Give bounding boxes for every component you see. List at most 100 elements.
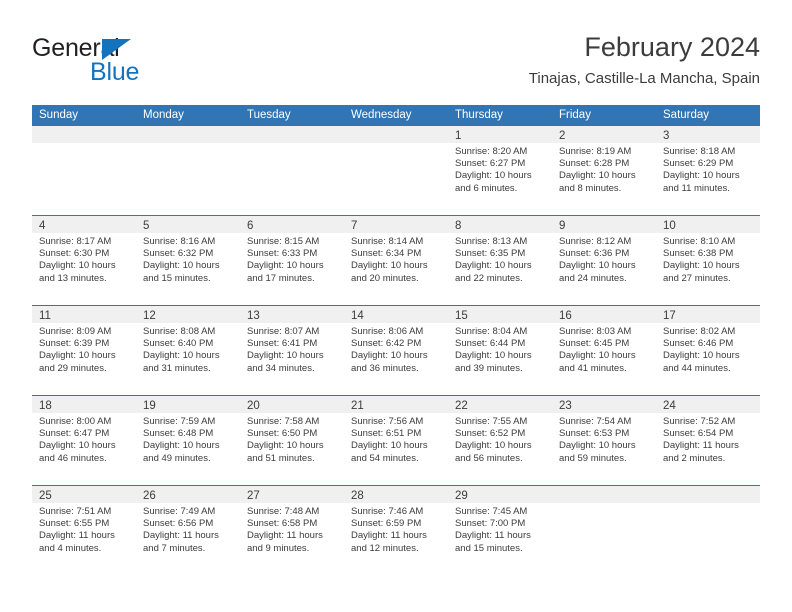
- day-details: Sunrise: 8:15 AM Sunset: 6:33 PM Daylight:…: [240, 233, 344, 285]
- sunset-text: Sunset: 6:33 PM: [247, 248, 318, 260]
- page-title: February 2024: [584, 32, 760, 62]
- sunrise-text: Sunrise: 8:15 AM: [247, 236, 320, 247]
- daylight-text: Daylight: 10 hours and 6 minutes.: [455, 170, 532, 194]
- day-details: Sunrise: 8:00 AM Sunset: 6:47 PM Daylight:…: [32, 413, 136, 465]
- daylight-text: Daylight: 10 hours and 11 minutes.: [663, 170, 740, 194]
- day-cell[interactable]: 9 Sunrise: 8:12 AM Sunset: 6:36 PM Daylight…: [552, 216, 656, 305]
- sunrise-text: Sunrise: 8:10 AM: [663, 236, 736, 247]
- day-details: Sunrise: 7:56 AM Sunset: 6:51 PM Daylight:…: [344, 413, 448, 465]
- day-details: Sunrise: 8:16 AM Sunset: 6:32 PM Daylight:…: [136, 233, 240, 285]
- day-cell[interactable]: 20 Sunrise: 7:58 AM Sunset: 6:50 PM Dayligh…: [240, 396, 344, 485]
- sunrise-text: Sunrise: 7:51 AM: [39, 506, 112, 517]
- day-cell[interactable]: 13 Sunrise: 8:07 AM Sunset: 6:41 PM Dayligh…: [240, 306, 344, 395]
- sunset-text: Sunset: 6:48 PM: [143, 428, 214, 440]
- day-cell[interactable]: 15 Sunrise: 8:04 AM Sunset: 6:44 PM Dayligh…: [448, 306, 552, 395]
- day-cell[interactable]: 2 Sunrise: 8:19 AM Sunset: 6:28 PM Daylight…: [552, 126, 656, 215]
- day-details: Sunrise: 8:10 AM Sunset: 6:38 PM Daylight:…: [656, 233, 760, 285]
- day-cell[interactable]: 11 Sunrise: 8:09 AM Sunset: 6:39 PM Dayligh…: [32, 306, 136, 395]
- sunset-text: Sunset: 6:35 PM: [455, 248, 526, 260]
- sunset-text: Sunset: 6:27 PM: [455, 158, 526, 170]
- weekday-header-monday: Monday: [143, 109, 184, 121]
- day-number: 24: [663, 400, 676, 412]
- calendar-grid: Sunday Monday Tuesday Wednesday Thursday Frid…: [32, 105, 760, 575]
- day-cell[interactable]: 24 Sunrise: 7:52 AM Sunset: 6:54 PM Dayligh…: [656, 396, 760, 485]
- daylight-text: Daylight: 10 hours and 39 minutes.: [455, 350, 532, 374]
- day-cell[interactable]: 16 Sunrise: 8:03 AM Sunset: 6:45 PM Dayligh…: [552, 306, 656, 395]
- day-cell-empty: [32, 126, 136, 215]
- day-cell[interactable]: 1 Sunrise: 8:20 AM Sunset: 6:27 PM Daylight…: [448, 126, 552, 215]
- day-number: 1: [455, 130, 462, 142]
- day-details: Sunrise: 8:14 AM Sunset: 6:34 PM Daylight:…: [344, 233, 448, 285]
- day-cell[interactable]: 19 Sunrise: 7:59 AM Sunset: 6:48 PM Dayligh…: [136, 396, 240, 485]
- day-cell[interactable]: 6 Sunrise: 8:15 AM Sunset: 6:33 PM Daylight…: [240, 216, 344, 305]
- day-number: 3: [663, 130, 670, 142]
- sunset-text: Sunset: 6:36 PM: [559, 248, 630, 260]
- day-number-band: [240, 126, 344, 143]
- day-cell[interactable]: 8 Sunrise: 8:13 AM Sunset: 6:35 PM Daylight…: [448, 216, 552, 305]
- day-number: 14: [351, 310, 364, 322]
- day-details: Sunrise: 7:51 AM Sunset: 6:55 PM Daylight:…: [32, 503, 136, 555]
- day-number-band: 9: [552, 216, 656, 233]
- day-cell-empty: [344, 126, 448, 215]
- weekday-header-tuesday: Tuesday: [247, 109, 291, 121]
- daylight-text: Daylight: 10 hours and 13 minutes.: [39, 260, 116, 284]
- day-number-band: 25: [32, 486, 136, 503]
- sunset-text: Sunset: 6:51 PM: [351, 428, 422, 440]
- calendar-week-row: 18 Sunrise: 8:00 AM Sunset: 6:47 PM Dayligh…: [32, 395, 760, 485]
- day-number-band: 18: [32, 396, 136, 413]
- day-number-band: 5: [136, 216, 240, 233]
- day-number-band: 27: [240, 486, 344, 503]
- day-cell[interactable]: 3 Sunrise: 8:18 AM Sunset: 6:29 PM Daylight…: [656, 126, 760, 215]
- day-cell[interactable]: 22 Sunrise: 7:55 AM Sunset: 6:52 PM Dayligh…: [448, 396, 552, 485]
- sunrise-text: Sunrise: 8:06 AM: [351, 326, 424, 337]
- day-details: Sunrise: 8:13 AM Sunset: 6:35 PM Daylight:…: [448, 233, 552, 285]
- sunrise-text: Sunrise: 7:54 AM: [559, 416, 632, 427]
- sunset-text: Sunset: 6:39 PM: [39, 338, 110, 350]
- sunrise-text: Sunrise: 8:08 AM: [143, 326, 216, 337]
- day-number-band: 26: [136, 486, 240, 503]
- sunrise-text: Sunrise: 7:59 AM: [143, 416, 216, 427]
- sunrise-text: Sunrise: 8:18 AM: [663, 146, 736, 157]
- sunrise-text: Sunrise: 7:56 AM: [351, 416, 424, 427]
- daylight-text: Daylight: 10 hours and 56 minutes.: [455, 440, 532, 464]
- day-number-band: 4: [32, 216, 136, 233]
- day-number-band: 1: [448, 126, 552, 143]
- sunrise-text: Sunrise: 8:04 AM: [455, 326, 528, 337]
- sunset-text: Sunset: 6:29 PM: [663, 158, 734, 170]
- day-cell[interactable]: 17 Sunrise: 8:02 AM Sunset: 6:46 PM Dayligh…: [656, 306, 760, 395]
- sunrise-text: Sunrise: 8:20 AM: [455, 146, 528, 157]
- sunset-text: Sunset: 6:34 PM: [351, 248, 422, 260]
- day-number-band: 17: [656, 306, 760, 323]
- day-number-band: 12: [136, 306, 240, 323]
- logo-triangle-icon: [102, 39, 131, 60]
- weekday-header-saturday: Saturday: [663, 109, 710, 121]
- day-cell[interactable]: 21 Sunrise: 7:56 AM Sunset: 6:51 PM Dayligh…: [344, 396, 448, 485]
- sunrise-text: Sunrise: 8:00 AM: [39, 416, 112, 427]
- day-details: Sunrise: 7:48 AM Sunset: 6:58 PM Daylight:…: [240, 503, 344, 555]
- day-number-band: [656, 486, 760, 503]
- day-cell[interactable]: 18 Sunrise: 8:00 AM Sunset: 6:47 PM Dayligh…: [32, 396, 136, 485]
- sunrise-text: Sunrise: 8:19 AM: [559, 146, 632, 157]
- day-number-band: [552, 486, 656, 503]
- sunrise-text: Sunrise: 8:14 AM: [351, 236, 424, 247]
- day-cell[interactable]: 7 Sunrise: 8:14 AM Sunset: 6:34 PM Daylight…: [344, 216, 448, 305]
- day-cell[interactable]: 5 Sunrise: 8:16 AM Sunset: 6:32 PM Daylight…: [136, 216, 240, 305]
- title-block: February 2024 Tinajas, Castille-La Manch…: [529, 30, 760, 88]
- day-cell[interactable]: 10 Sunrise: 8:10 AM Sunset: 6:38 PM Dayligh…: [656, 216, 760, 305]
- day-cell[interactable]: 4 Sunrise: 8:17 AM Sunset: 6:30 PM Daylight…: [32, 216, 136, 305]
- day-details: Sunrise: 8:09 AM Sunset: 6:39 PM Daylight:…: [32, 323, 136, 375]
- day-cell[interactable]: 14 Sunrise: 8:06 AM Sunset: 6:42 PM Dayligh…: [344, 306, 448, 395]
- day-cell[interactable]: 23 Sunrise: 7:54 AM Sunset: 6:53 PM Dayligh…: [552, 396, 656, 485]
- day-cell[interactable]: 25 Sunrise: 7:51 AM Sunset: 6:55 PM Dayligh…: [32, 486, 136, 575]
- day-number: 27: [247, 490, 260, 502]
- day-cell[interactable]: 27 Sunrise: 7:48 AM Sunset: 6:58 PM Dayligh…: [240, 486, 344, 575]
- day-number: 15: [455, 310, 468, 322]
- sunrise-text: Sunrise: 8:03 AM: [559, 326, 632, 337]
- day-number-band: 15: [448, 306, 552, 323]
- day-cell[interactable]: 12 Sunrise: 8:08 AM Sunset: 6:40 PM Dayligh…: [136, 306, 240, 395]
- day-details: Sunrise: 8:18 AM Sunset: 6:29 PM Daylight:…: [656, 143, 760, 195]
- day-cell[interactable]: 26 Sunrise: 7:49 AM Sunset: 6:56 PM Dayligh…: [136, 486, 240, 575]
- sunset-text: Sunset: 7:00 PM: [455, 518, 526, 530]
- day-cell[interactable]: 29 Sunrise: 7:45 AM Sunset: 7:00 PM Dayligh…: [448, 486, 552, 575]
- day-cell[interactable]: 28 Sunrise: 7:46 AM Sunset: 6:59 PM Dayligh…: [344, 486, 448, 575]
